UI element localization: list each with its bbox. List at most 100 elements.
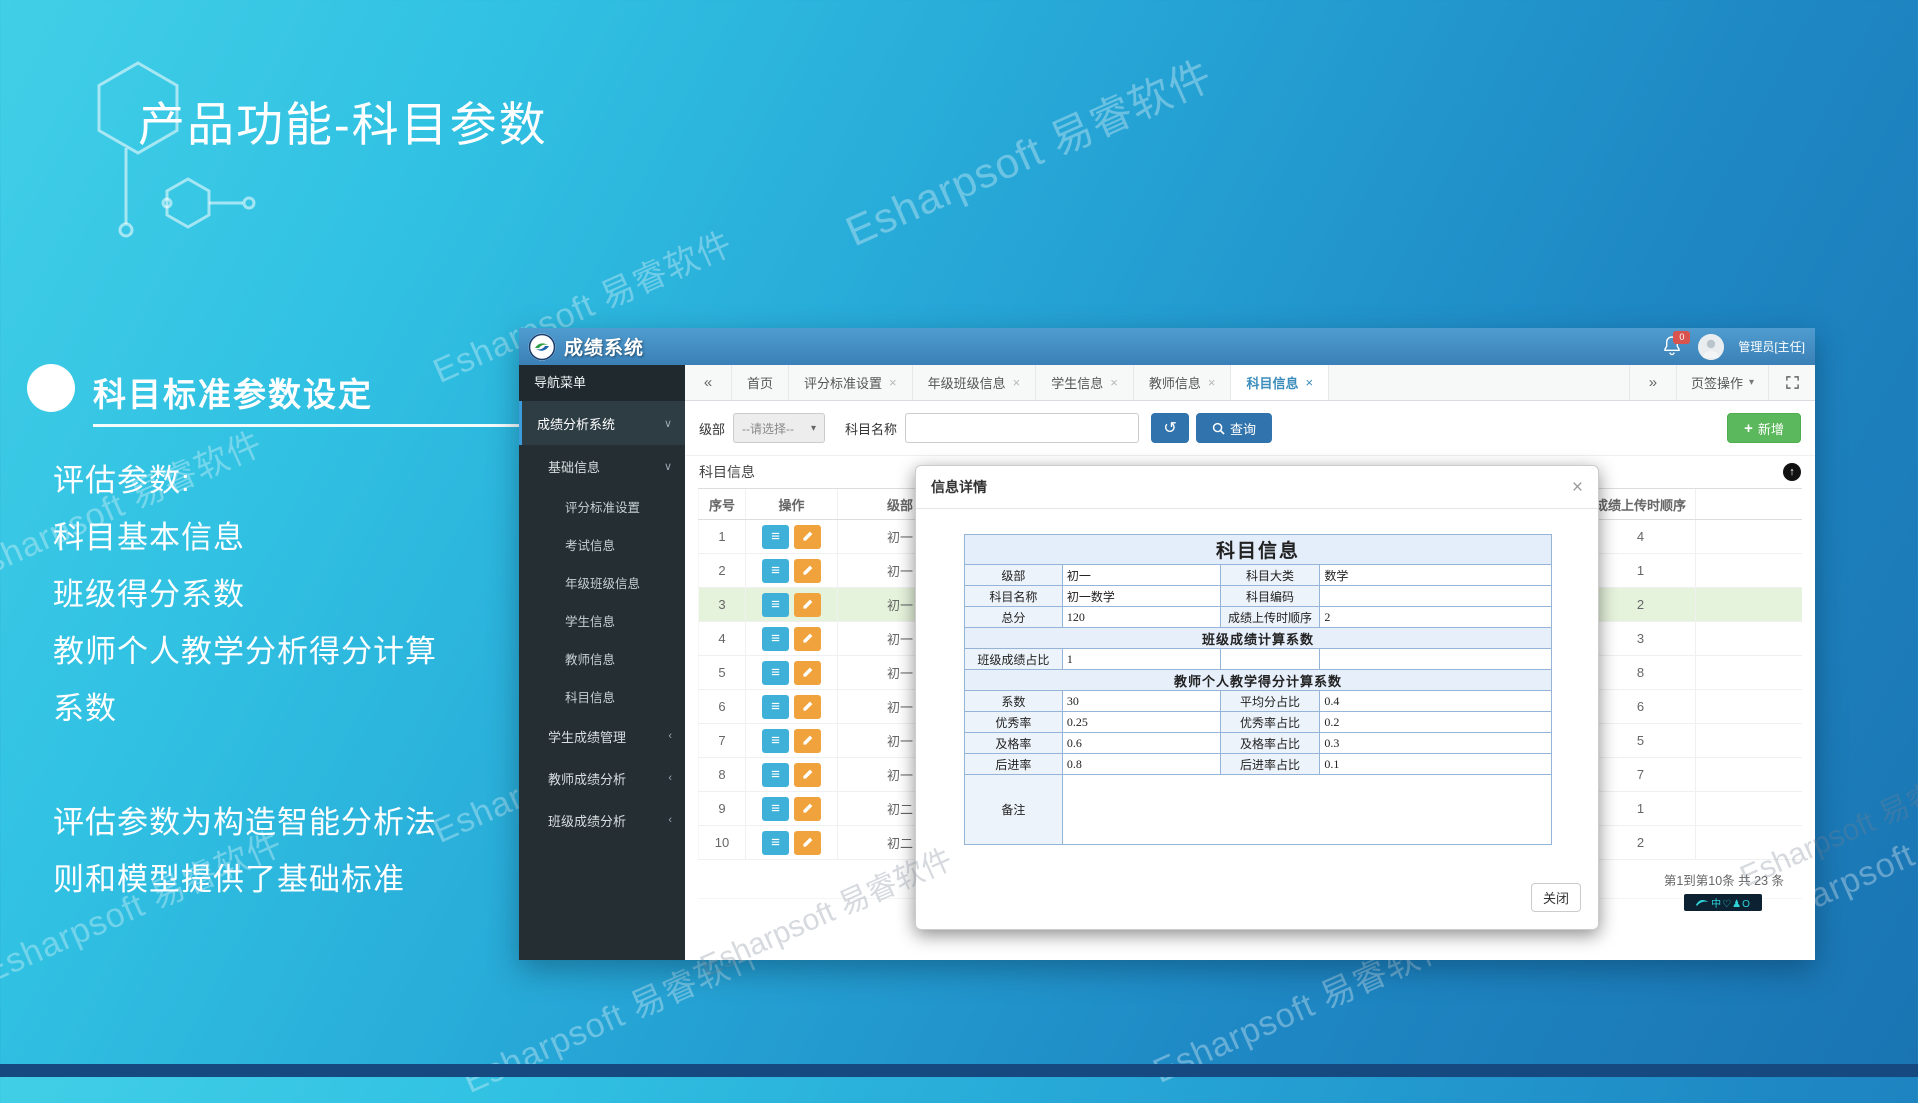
view-button[interactable]: ≡ <box>762 763 789 787</box>
body-line <box>53 737 437 794</box>
subject-name-input[interactable] <box>905 413 1139 443</box>
chevron-down-icon: ∨ <box>664 460 672 473</box>
app-title: 成绩系统 <box>564 333 644 360</box>
sidebar-header: 导航菜单 <box>519 365 685 401</box>
sidebar-item-subject-info[interactable]: 科目信息 <box>519 677 685 715</box>
row-actions: ≡ <box>746 588 838 621</box>
modal-close-button[interactable]: 关闭 <box>1531 883 1581 912</box>
row-seq: 4 <box>698 622 746 655</box>
view-button[interactable]: ≡ <box>762 559 789 583</box>
tab-teacher-info[interactable]: 教师信息 × <box>1134 365 1232 400</box>
avatar[interactable] <box>1698 334 1724 360</box>
notifications-bell-icon[interactable]: 0 <box>1662 335 1684 359</box>
footer-logo: 中♡♟O <box>1684 894 1762 911</box>
row-upload-order: 1 <box>1586 554 1696 587</box>
tab-scoring-standard[interactable]: 评分标准设置 × <box>789 365 913 400</box>
row-upload-order: 2 <box>1586 826 1696 859</box>
view-button[interactable]: ≡ <box>762 729 789 753</box>
view-button[interactable]: ≡ <box>762 797 789 821</box>
tab-home[interactable]: 首页 <box>732 365 789 400</box>
row-actions: ≡ <box>746 724 838 757</box>
fullscreen-icon[interactable] <box>1768 365 1815 400</box>
sidebar: 导航菜单 成绩分析系统 ∨ 基础信息 ∨ 评分标准设置 考试信息 年级班级信息 … <box>519 365 685 960</box>
edit-button[interactable] <box>794 763 821 787</box>
user-menu[interactable]: 管理员[主任] <box>1738 338 1805 355</box>
page-title: 产品功能-科目参数 <box>138 86 548 155</box>
tabs-scroll-left-button[interactable]: « <box>685 365 732 400</box>
sidebar-item-basic-info[interactable]: 基础信息 ∨ <box>519 445 685 487</box>
grade-select[interactable]: --请选择-- ▾ <box>733 413 825 443</box>
header-right: 0 管理员[主任] <box>1662 334 1815 360</box>
modal-title: 信息详情 <box>931 477 987 497</box>
tabs-scroll-right-button[interactable]: » <box>1629 365 1676 400</box>
sidebar-item-scoring-standard[interactable]: 评分标准设置 <box>519 487 685 525</box>
view-button[interactable]: ≡ <box>762 831 789 855</box>
app-header: 成绩系统 0 管理员[主任] <box>519 328 1815 365</box>
section-heading: 科目标准参数设定 <box>93 368 373 416</box>
row-upload-order: 6 <box>1586 690 1696 723</box>
body-line: 系数 <box>53 680 437 737</box>
footer-logo-swoosh-icon <box>1695 898 1709 908</box>
row-seq: 2 <box>698 554 746 587</box>
close-icon[interactable]: × <box>1208 375 1216 390</box>
app-window: 成绩系统 0 管理员[主任] 导航菜单 成绩分析系统 <box>519 328 1815 960</box>
collapse-icon[interactable]: ↑ <box>1783 463 1801 481</box>
tab-operations-dropdown[interactable]: 页签操作 ▾ <box>1676 365 1768 400</box>
close-icon[interactable]: × <box>1013 375 1021 390</box>
view-button[interactable]: ≡ <box>762 525 789 549</box>
tab-student-info[interactable]: 学生信息 × <box>1036 365 1134 400</box>
sidebar-item-teacher-info[interactable]: 教师信息 <box>519 639 685 677</box>
edit-button[interactable] <box>794 729 821 753</box>
edit-button[interactable] <box>794 695 821 719</box>
edit-button[interactable] <box>794 525 821 549</box>
edit-button[interactable] <box>794 831 821 855</box>
row-actions: ≡ <box>746 520 838 553</box>
grade-label: 级部 <box>699 419 725 438</box>
view-button[interactable]: ≡ <box>762 627 789 651</box>
search-icon <box>1212 422 1225 435</box>
sidebar-item-teacher-score-analysis[interactable]: 教师成绩分析 ‹ <box>519 757 685 799</box>
tab-grade-class-info[interactable]: 年级班级信息 × <box>913 365 1037 400</box>
row-actions: ≡ <box>746 622 838 655</box>
edit-button[interactable] <box>794 661 821 685</box>
close-icon[interactable]: × <box>1572 478 1583 497</box>
body-line: 科目基本信息 <box>53 509 437 566</box>
edit-button[interactable] <box>794 593 821 617</box>
sidebar-item-class-score-analysis[interactable]: 班级成绩分析 ‹ <box>519 799 685 841</box>
notification-badge: 0 <box>1673 331 1690 344</box>
view-button[interactable]: ≡ <box>762 695 789 719</box>
search-button[interactable]: 查询 <box>1196 413 1272 443</box>
chevron-left-icon: ‹ <box>668 814 672 826</box>
caret-down-icon: ▾ <box>811 423 816 434</box>
edit-button[interactable] <box>794 627 821 651</box>
refresh-button[interactable]: ↺ <box>1151 413 1189 443</box>
col-seq: 序号 <box>698 489 746 519</box>
close-icon[interactable]: × <box>889 375 897 390</box>
view-button[interactable]: ≡ <box>762 661 789 685</box>
edit-button[interactable] <box>794 559 821 583</box>
heading-underline <box>93 424 521 427</box>
watermark: Esharpsoft 易睿软件 <box>835 42 1221 259</box>
filter-bar: 级部 --请选择-- ▾ 科目名称 ↺ 查询 + 新增 <box>685 401 1815 456</box>
tab-bar: « 首页 评分标准设置 × 年级班级信息 × 学生信息 × 教师信息 × 科目信… <box>685 365 1815 401</box>
body-line: 评估参数: <box>53 452 437 509</box>
close-icon[interactable]: × <box>1110 375 1118 390</box>
sidebar-item-exam-info[interactable]: 考试信息 <box>519 525 685 563</box>
sidebar-item-grade-class-info[interactable]: 年级班级信息 <box>519 563 685 601</box>
tab-subject-info[interactable]: 科目信息 × <box>1231 365 1329 400</box>
row-actions: ≡ <box>746 554 838 587</box>
sidebar-item-student-info[interactable]: 学生信息 <box>519 601 685 639</box>
sidebar-item-score-analysis-system[interactable]: 成绩分析系统 ∨ <box>519 401 685 445</box>
edit-button[interactable] <box>794 797 821 821</box>
col-upload-order: 成绩上传时顺序 <box>1586 489 1696 519</box>
row-upload-order: 7 <box>1586 758 1696 791</box>
add-button[interactable]: + 新增 <box>1727 413 1801 443</box>
row-seq: 1 <box>698 520 746 553</box>
row-seq: 3 <box>698 588 746 621</box>
row-upload-order: 3 <box>1586 622 1696 655</box>
view-button[interactable]: ≡ <box>762 593 789 617</box>
slide-bottom-bar <box>0 1064 1918 1077</box>
sidebar-item-student-score-mgmt[interactable]: 学生成绩管理 ‹ <box>519 715 685 757</box>
close-icon[interactable]: × <box>1305 375 1313 390</box>
subject-name-label: 科目名称 <box>845 419 897 438</box>
